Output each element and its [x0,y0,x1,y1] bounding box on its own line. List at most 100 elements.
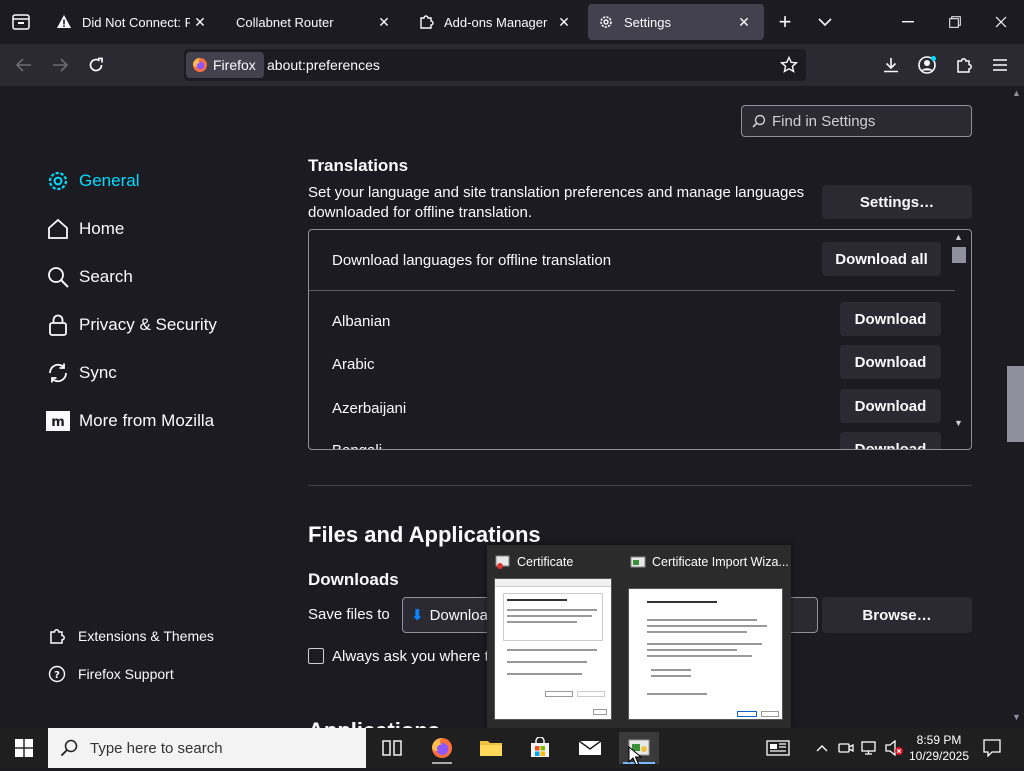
tab-settings[interactable]: Settings ✕ [588,4,764,40]
sync-icon [46,361,70,385]
bookmark-star-icon[interactable] [774,50,804,80]
sidebar-item-label: More from Mozilla [79,411,215,430]
restore-icon[interactable] [940,8,970,36]
file-explorer-icon[interactable] [471,732,511,764]
page-scroll-up-icon[interactable]: ▲ [1012,88,1021,98]
tab-collabnet-router[interactable]: Collabnet Router ✕ [226,4,404,40]
new-tab-button[interactable]: + [770,8,800,36]
search-icon [752,114,766,128]
windows-start-icon[interactable] [4,732,44,764]
section-divider [308,485,972,486]
help-icon: ? [48,665,66,683]
tab-label: Collabnet Router [236,14,334,30]
downloads-icon[interactable] [876,50,906,80]
download-folder-icon: ⬇ [411,607,424,624]
url-text[interactable]: about:preferences [267,57,380,73]
volume-muted-icon[interactable] [880,732,908,764]
sidebar-item-privacy[interactable]: Privacy & Security [46,310,217,340]
taskbar-search-box[interactable]: Type here to search [48,728,366,768]
download-azerbaijani-button[interactable]: Download [840,389,941,423]
browse-button[interactable]: Browse… [822,597,972,633]
firefox-taskbar-icon[interactable] [422,732,462,764]
applications-heading-wrap: Applications [308,718,508,728]
firefox-view-icon[interactable] [6,8,36,36]
clock[interactable]: 8:59 PM 10/29/2025 [906,732,972,764]
identity-label: Firefox [213,57,256,73]
news-widget-icon[interactable] [758,732,798,764]
translations-settings-button[interactable]: Settings… [822,185,972,219]
back-arrow-icon[interactable] [9,50,39,80]
account-icon[interactable] [912,50,942,80]
footer-label: Extensions & Themes [78,628,214,644]
puzzle-icon [48,627,66,645]
find-in-settings-input[interactable]: Find in Settings [741,105,972,137]
download-albanian-button[interactable]: Download [840,302,941,336]
page-scrollbar-thumb[interactable] [1007,366,1024,442]
sidebar-item-sync[interactable]: Sync [46,358,117,388]
always-ask-checkbox[interactable] [308,648,324,664]
lock-icon [46,313,70,337]
close-icon[interactable]: ✕ [554,14,574,31]
certificate-import-wizard-thumbnail[interactable] [628,588,783,720]
download-arabic-button[interactable]: Download [840,345,941,379]
tab-did-not-connect[interactable]: Did Not Connect: Poter ✕ [46,4,220,40]
scroll-up-icon[interactable]: ▲ [954,232,963,242]
sidebar-item-general[interactable]: General [46,166,139,196]
translations-heading-wrap: Translations [308,154,508,174]
close-icon[interactable]: ✕ [734,14,754,31]
svg-text:m: m [51,415,65,430]
sidebar-item-label: Search [79,267,133,286]
close-window-icon[interactable] [986,8,1016,36]
minimize-icon[interactable] [893,8,923,36]
preview-title-import-wizard[interactable]: Certificate Import Wiza... [630,554,789,570]
list-all-tabs-icon[interactable] [810,8,840,36]
firefox-support-link[interactable]: ? Firefox Support [48,665,174,683]
preview-title-certificate[interactable]: Certificate [495,554,573,570]
sidebar-item-home[interactable]: Home [46,214,124,244]
url-bar[interactable]: Firefox about:preferences [184,49,806,81]
puzzle-icon [418,14,434,30]
preview-title-text: Certificate [517,555,574,569]
forward-arrow-icon[interactable] [45,50,75,80]
microsoft-store-icon[interactable] [520,732,560,764]
thumb-button [577,691,605,697]
close-icon[interactable]: ✕ [190,14,210,31]
extensions-themes-link[interactable]: Extensions & Themes [48,627,214,645]
mail-icon[interactable] [570,732,610,764]
page-scroll-down-icon[interactable]: ▼ [1012,712,1021,722]
certificate-window-thumbnail[interactable] [494,578,612,720]
mouse-cursor-icon [628,745,643,771]
preview-title-text: Certificate Import Wiza... [652,555,789,569]
scroll-down-icon[interactable]: ▼ [954,418,963,428]
identity-box[interactable]: Firefox [186,52,264,78]
gear-icon [598,14,614,30]
thumb-button [737,711,757,717]
tab-label: Settings [624,14,671,30]
tab-strip: Did Not Connect: Poter ✕ Collabnet Route… [0,0,1024,44]
sidebar-item-label: Sync [79,363,117,382]
language-name: Albanian [332,313,391,330]
page-scrollbar[interactable]: ▲ ▼ [1007,86,1024,728]
certificate-icon [495,554,511,570]
extensions-puzzle-icon[interactable] [949,50,979,80]
search-icon [46,265,70,289]
download-all-button[interactable]: Download all [822,242,941,276]
always-ask-label: Always ask you where to save files [332,648,492,665]
download-languages-box: Download languages for offline translati… [308,229,972,450]
language-list-scrollbar[interactable]: ▲ ▼ [951,230,966,449]
sidebar-item-label: General [79,171,140,190]
tab-addons-manager[interactable]: Add-ons Manager ✕ [408,4,584,40]
task-view-icon[interactable] [372,732,412,764]
sidebar-item-more-from-mozilla[interactable]: m More from Mozilla [46,406,214,436]
close-icon[interactable]: ✕ [374,14,394,31]
scrollbar-thumb[interactable] [952,247,966,263]
sidebar-item-search[interactable]: Search [46,262,133,292]
running-indicator [432,762,452,764]
reload-icon[interactable] [81,50,111,80]
download-bengali-button[interactable]: Download [840,432,941,449]
translations-heading: Translations [308,156,409,174]
applications-heading: Applications [308,718,440,728]
notifications-icon[interactable] [972,732,1012,764]
hamburger-menu-icon[interactable] [985,50,1015,80]
thumb-button [761,711,779,717]
